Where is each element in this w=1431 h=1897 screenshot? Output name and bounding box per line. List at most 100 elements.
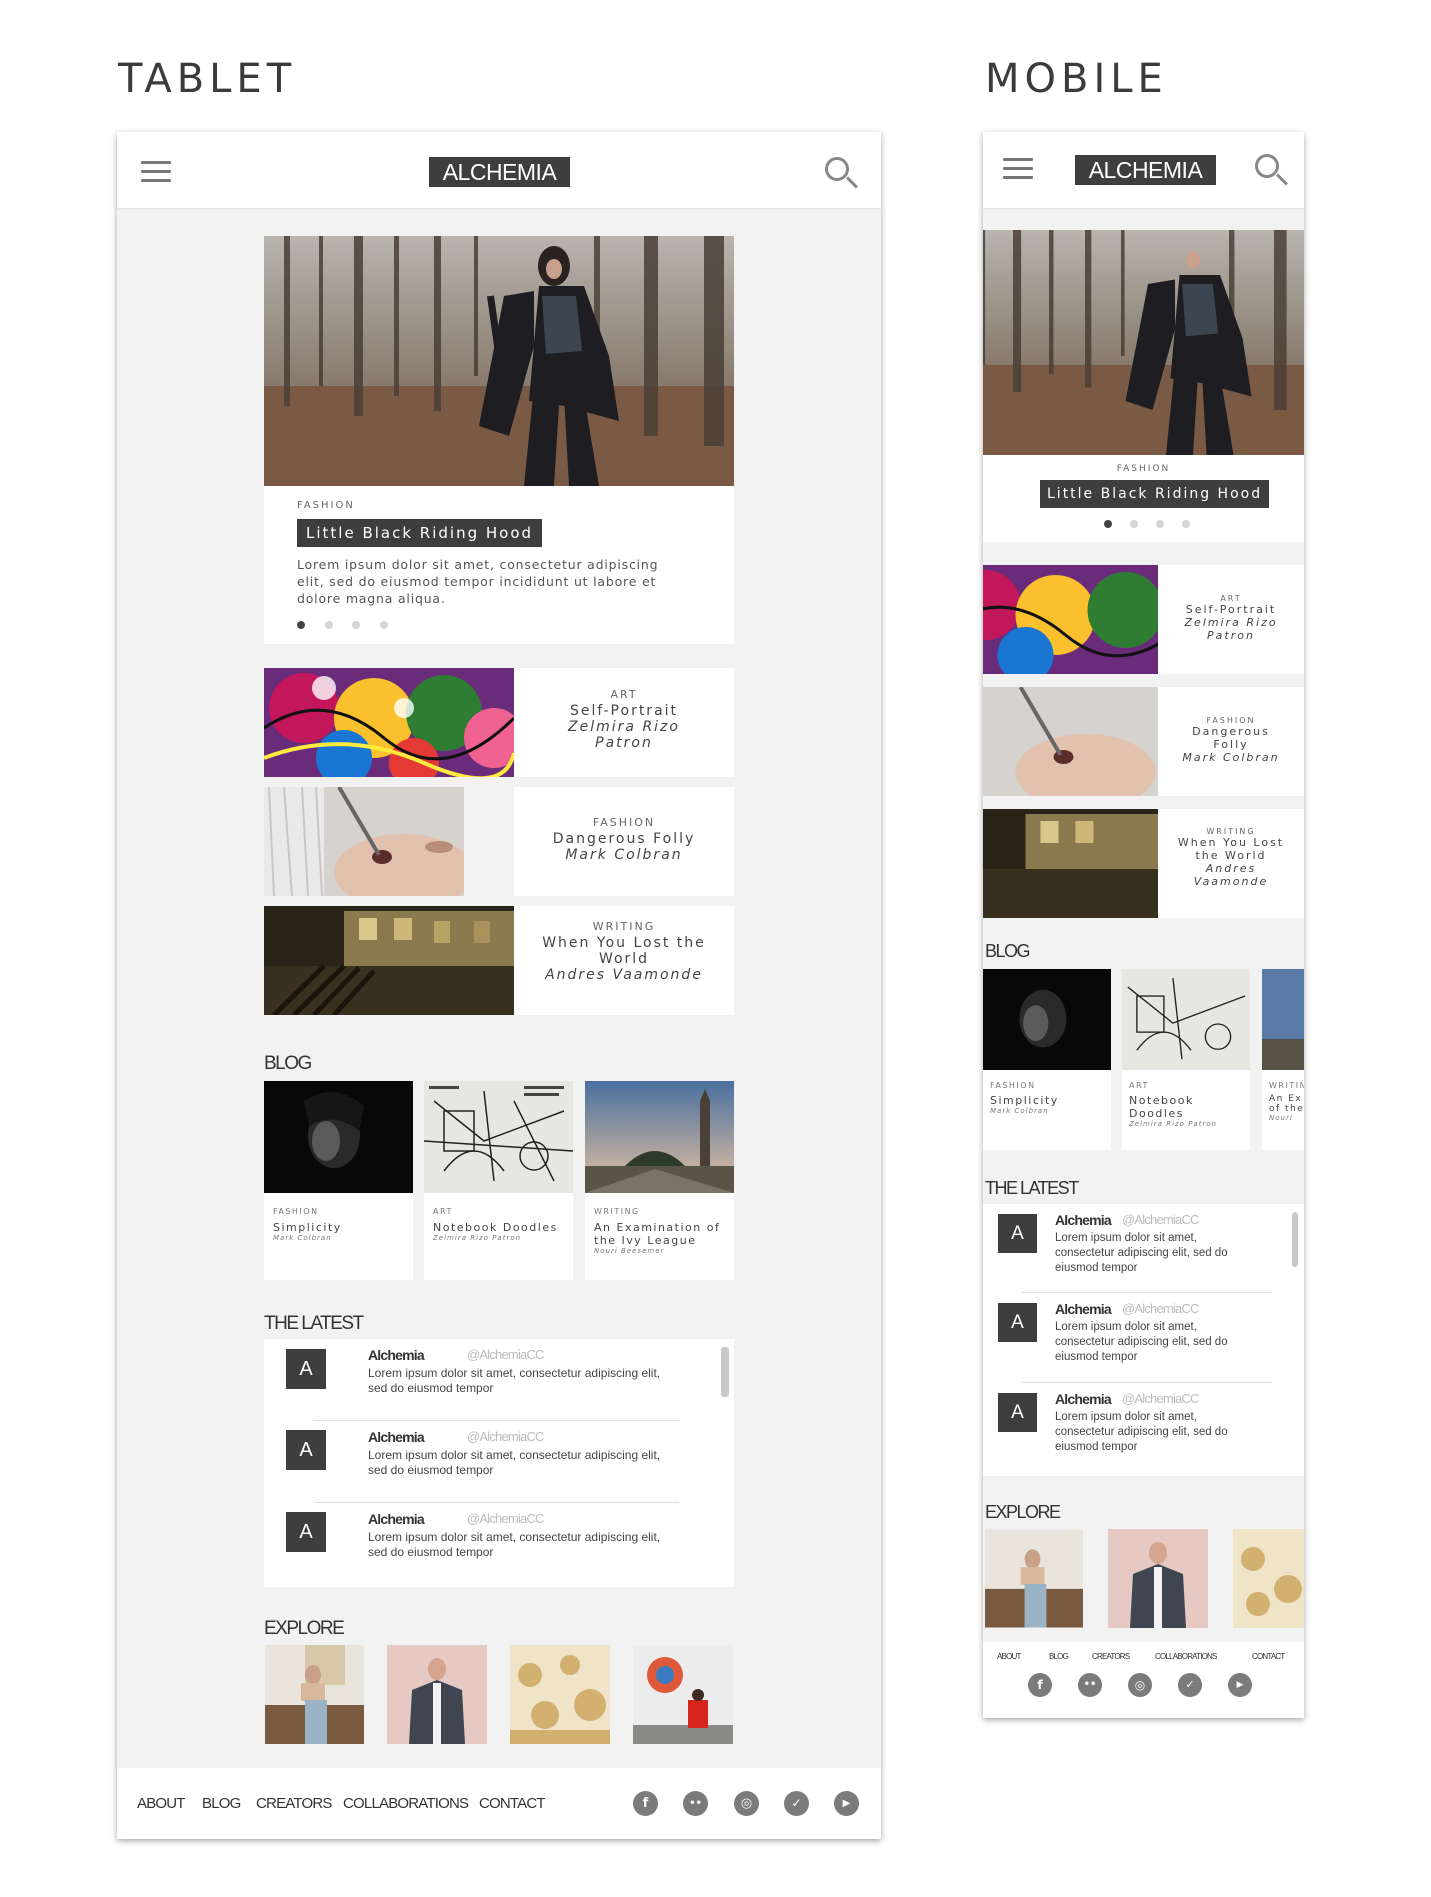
feature-image-writing[interactable] xyxy=(264,906,514,1015)
facebook-icon[interactable]: f xyxy=(1028,1673,1052,1697)
hamburger-icon[interactable] xyxy=(1003,158,1033,185)
feature-card-art[interactable]: ART Self-Portrait Zelmira Rizo Patron xyxy=(514,668,734,777)
carousel-dot-2[interactable] xyxy=(325,621,333,629)
footer-link-collaborations[interactable]: COLLABORATIONS xyxy=(1155,1652,1217,1661)
explore-image-1[interactable] xyxy=(265,1645,364,1744)
hero-image[interactable] xyxy=(264,236,734,486)
tweet-name[interactable]: Alchemia xyxy=(368,1511,425,1527)
blog-card-1[interactable]: FASHION Simplicity Mark Colbran xyxy=(983,1070,1111,1150)
footer-link-blog[interactable]: BLOG xyxy=(202,1795,241,1812)
feature-image-art[interactable] xyxy=(264,668,514,777)
blog-card-3[interactable]: WRITING An Examination of the Ivy League… xyxy=(585,1193,734,1280)
logo[interactable]: ALCHEMIA xyxy=(429,157,570,187)
feature-card-writing[interactable]: WRITING When You Lost the World Andres V… xyxy=(1158,809,1304,918)
footer-link-blog[interactable]: BLOG xyxy=(1049,1652,1069,1661)
footer-link-collaborations[interactable]: COLLABORATIONS xyxy=(343,1795,469,1812)
tweet-name[interactable]: Alchemia xyxy=(368,1429,425,1445)
tweet-avatar[interactable]: A xyxy=(998,1214,1037,1253)
explore-image-2[interactable] xyxy=(1108,1529,1208,1628)
tweet-feed[interactable]: A Alchemia @AlchemiaCC Lorem ipsum dolor… xyxy=(983,1204,1304,1476)
feature-image-art[interactable] xyxy=(983,565,1158,674)
footer-link-about[interactable]: ABOUT xyxy=(137,1795,185,1812)
tweet-text: Lorem ipsum dolor sit amet, consectetur … xyxy=(368,1366,661,1395)
hamburger-icon[interactable] xyxy=(141,161,171,188)
carousel-dot-4[interactable] xyxy=(1182,520,1190,528)
feature-card-art[interactable]: ART Self-Portrait Zelmira Rizo Patron xyxy=(1158,565,1304,674)
tablet-footer: ABOUT BLOG CREATORS COLLABORATIONS CONTA… xyxy=(117,1768,881,1839)
carousel-dot-3[interactable] xyxy=(352,621,360,629)
footer-link-creators[interactable]: CREATORS xyxy=(256,1795,332,1812)
hero-title[interactable]: Little Black Riding Hood xyxy=(1040,480,1270,508)
tweet-name[interactable]: Alchemia xyxy=(1055,1301,1112,1317)
explore-image-3[interactable] xyxy=(1233,1529,1304,1628)
latest-title: THE LATEST xyxy=(264,1313,364,1334)
blog-card-2[interactable]: ART Notebook Doodles Zelmira Rizo Patron xyxy=(1122,1070,1250,1150)
hero-category[interactable]: FASHION xyxy=(983,464,1304,474)
feature-image-writing[interactable] xyxy=(983,809,1158,918)
tweet-avatar[interactable]: A xyxy=(286,1349,326,1389)
tweet-text: Lorem ipsum dolor sit amet, consectetur a… xyxy=(1055,1411,1228,1453)
twitter-icon[interactable]: ✓ xyxy=(1178,1673,1202,1697)
tweet-avatar[interactable]: A xyxy=(286,1430,326,1470)
footer-link-about[interactable]: ABOUT xyxy=(997,1652,1021,1661)
blog-image-3[interactable] xyxy=(1262,969,1304,1070)
hero-excerpt: Lorem ipsum dolor sit amet, consectetur … xyxy=(297,557,659,606)
facebook-icon[interactable]: f xyxy=(633,1791,658,1816)
logo[interactable]: ALCHEMIA xyxy=(1075,155,1216,185)
blog-card-1[interactable]: FASHION Simplicity Mark Colbran xyxy=(264,1193,413,1280)
feature-image-fashion[interactable] xyxy=(264,787,514,896)
flickr-icon[interactable]: •• xyxy=(683,1791,708,1816)
explore-image-2[interactable] xyxy=(387,1645,487,1744)
tweet-handle[interactable]: @AlchemiaCC xyxy=(1122,1301,1199,1316)
blog-image-3[interactable] xyxy=(585,1081,734,1193)
footer-link-contact[interactable]: CONTACT xyxy=(1252,1652,1285,1661)
scrollbar-thumb[interactable] xyxy=(721,1347,729,1397)
search-icon[interactable] xyxy=(825,157,849,181)
tweet-avatar[interactable]: A xyxy=(998,1303,1037,1342)
tweet-handle[interactable]: @AlchemiaCC xyxy=(467,1429,544,1444)
feature-card-fashion[interactable]: FASHION Dangerous Folly Mark Colbran xyxy=(514,787,734,896)
youtube-icon[interactable]: ▶ xyxy=(1228,1673,1252,1697)
tweet-avatar[interactable]: A xyxy=(998,1393,1037,1432)
blog-image-2[interactable] xyxy=(424,1081,573,1193)
explore-image-3[interactable] xyxy=(510,1645,610,1744)
footer-link-creators[interactable]: CREATORS xyxy=(1092,1652,1130,1661)
tweet-name[interactable]: Alchemia xyxy=(1055,1212,1112,1228)
footer-link-contact[interactable]: CONTACT xyxy=(479,1795,546,1812)
blog-image-1[interactable] xyxy=(983,969,1111,1070)
blog-image-1[interactable] xyxy=(264,1081,413,1193)
tweet-name[interactable]: Alchemia xyxy=(1055,1391,1112,1407)
feature-image-fashion[interactable] xyxy=(983,687,1158,796)
instagram-icon[interactable]: ◎ xyxy=(1128,1673,1152,1697)
blog-card-2[interactable]: ART Notebook Doodles Zelmira Rizo Patron xyxy=(424,1193,573,1280)
carousel-dot-3[interactable] xyxy=(1156,520,1164,528)
tweet-handle[interactable]: @AlchemiaCC xyxy=(1122,1212,1199,1227)
hero-title[interactable]: Little Black Riding Hood xyxy=(297,519,543,547)
explore-image-1[interactable] xyxy=(985,1529,1083,1628)
scrollbar-thumb[interactable] xyxy=(1292,1212,1298,1267)
feature-card-fashion[interactable]: FASHION Dangerous Folly Mark Colbran xyxy=(1158,687,1304,796)
tweet-avatar[interactable]: A xyxy=(286,1512,326,1552)
carousel-dot-1[interactable] xyxy=(297,621,305,629)
tweet-handle[interactable]: @AlchemiaCC xyxy=(1122,1391,1199,1406)
blog-image-2[interactable] xyxy=(1122,969,1250,1070)
carousel-dot-2[interactable] xyxy=(1130,520,1138,528)
twitter-icon[interactable]: ✓ xyxy=(784,1791,809,1816)
blog-card-3[interactable]: WRITIN An Ex of the Nouri xyxy=(1262,1070,1304,1150)
flickr-icon[interactable]: •• xyxy=(1078,1673,1102,1697)
tweet-divider xyxy=(314,1502,679,1503)
feature-card-writing[interactable]: WRITING When You Lost the World Andres V… xyxy=(514,906,734,1015)
tweet-handle[interactable]: @AlchemiaCC xyxy=(467,1347,544,1362)
instagram-icon[interactable]: ◎ xyxy=(734,1791,759,1816)
search-icon[interactable] xyxy=(1255,154,1279,178)
tweet-handle[interactable]: @AlchemiaCC xyxy=(467,1511,544,1526)
tweet-feed[interactable]: A Alchemia @AlchemiaCC Lorem ipsum dolor… xyxy=(264,1339,734,1587)
tweet-name[interactable]: Alchemia xyxy=(368,1347,425,1363)
explore-image-4[interactable] xyxy=(633,1645,733,1744)
mobile-heading: MOBILE xyxy=(985,56,1168,102)
hero-category[interactable]: FASHION xyxy=(297,500,355,511)
hero-image[interactable] xyxy=(983,230,1304,455)
youtube-icon[interactable]: ▶ xyxy=(834,1791,859,1816)
carousel-dot-1[interactable] xyxy=(1104,520,1112,528)
carousel-dot-4[interactable] xyxy=(380,621,388,629)
